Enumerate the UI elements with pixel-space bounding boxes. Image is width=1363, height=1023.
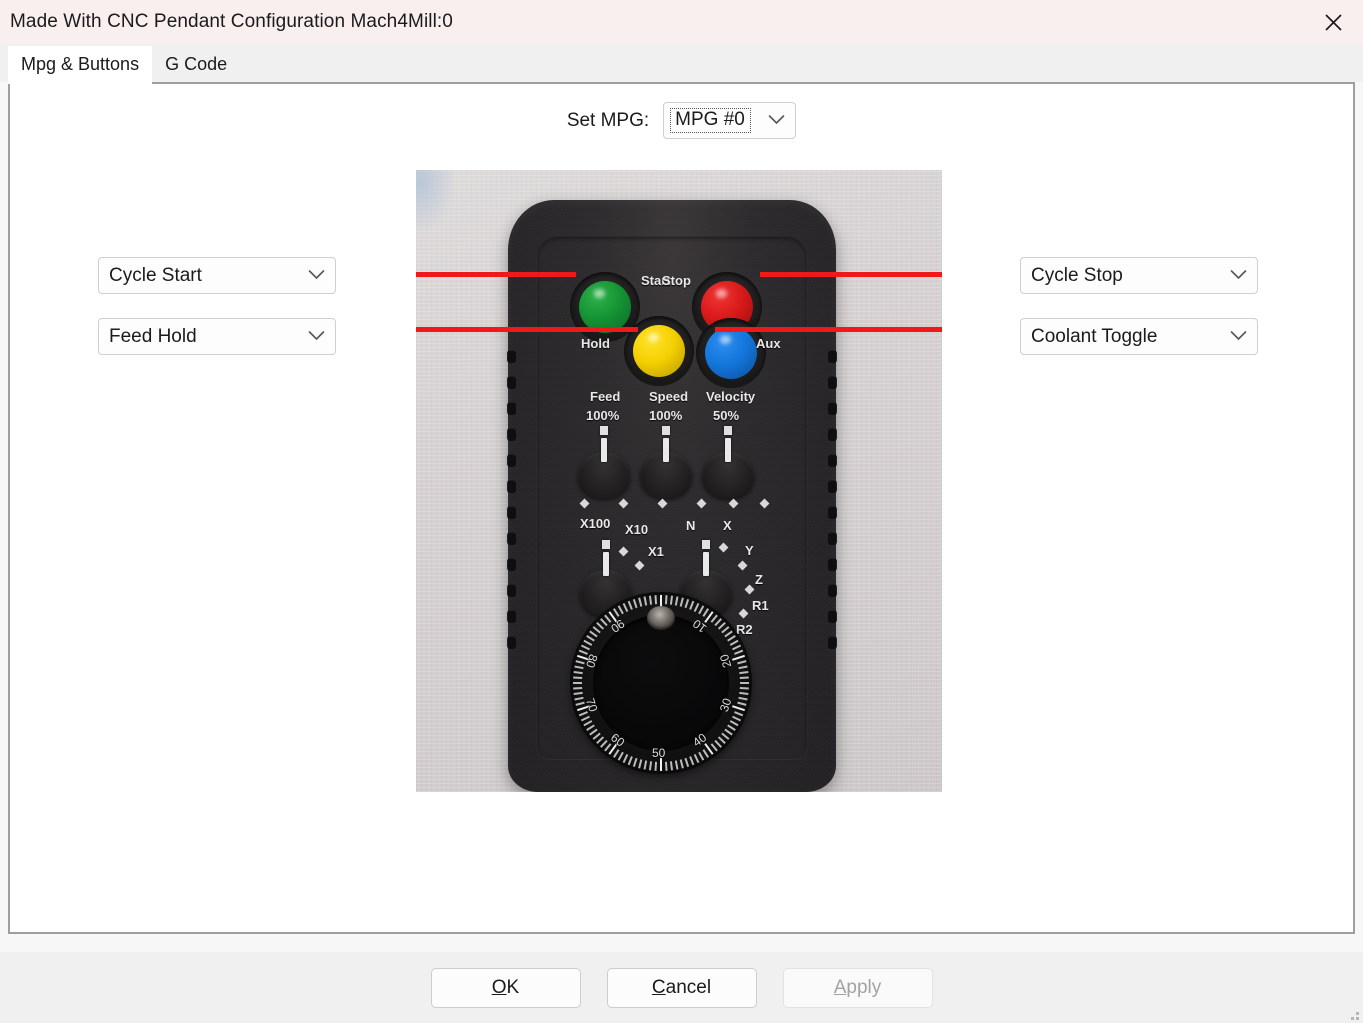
tab-g-code[interactable]: G Code [152, 46, 241, 82]
axis-label-y: Y [745, 543, 754, 558]
speed-knob-value: 100% [649, 408, 683, 423]
tab-g-code-label: G Code [165, 53, 228, 74]
handwheel-hub [593, 615, 729, 751]
hold-button[interactable] [633, 325, 685, 377]
axis-label-r1: R1 [752, 598, 769, 613]
assignment-value-feed-hold: Feed Hold [109, 325, 197, 347]
apply-button-mnemonic: A [833, 976, 847, 998]
chevron-down-icon [768, 112, 785, 130]
ok-button-label: K [506, 976, 520, 998]
pendant-body: Start Stop Hold Aux Feed 100% Speed 100%… [507, 200, 837, 792]
connector-line-cycle-stop [760, 272, 942, 277]
assignment-select-cycle-start[interactable]: Cycle Start [98, 257, 336, 294]
connector-line-feed-hold [416, 327, 638, 332]
pendant-configuration-window: Made With CNC Pendant Configuration Mach… [0, 0, 1363, 1023]
pendant-photo: Start Stop Hold Aux Feed 100% Speed 100%… [416, 170, 942, 792]
chevron-down-icon [308, 267, 325, 285]
set-mpg-value: MPG #0 [670, 107, 751, 134]
set-mpg-label: Set MPG: [566, 109, 650, 131]
assignment-value-coolant-toggle: Coolant Toggle [1031, 325, 1158, 347]
velocity-knob-value: 50% [713, 408, 740, 423]
assignment-select-cycle-stop[interactable]: Cycle Stop [1020, 257, 1258, 294]
feed-knob-value: 100% [586, 408, 620, 423]
connector-line-cycle-start [416, 272, 576, 277]
assignment-select-coolant-toggle[interactable]: Coolant Toggle [1020, 318, 1258, 355]
window-titlebar: Made With CNC Pendant Configuration Mach… [0, 0, 1363, 44]
panel-wrapper: Set MPG: MPG #0 Start Stop Hold Aux Feed… [0, 82, 1363, 952]
dialog-footer: OK Cancel Apply [0, 952, 1363, 1023]
cancel-button[interactable]: Cancel [606, 967, 757, 1008]
multiplier-label-x1: X1 [648, 544, 664, 559]
photo-background-highlight [416, 170, 454, 230]
chevron-down-icon [308, 328, 325, 346]
axis-label-z: Z [755, 572, 763, 587]
hold-button-label: Hold [581, 336, 610, 351]
aux-button-label: Aux [756, 336, 781, 351]
ok-button-mnemonic: O [491, 976, 507, 998]
assignment-select-feed-hold[interactable]: Feed Hold [98, 318, 336, 355]
window-title: Made With CNC Pendant Configuration Mach… [10, 11, 453, 32]
ok-button[interactable]: OK [430, 967, 581, 1008]
assignment-value-cycle-stop: Cycle Stop [1031, 264, 1123, 286]
connector-line-coolant-toggle [715, 327, 942, 332]
close-button[interactable] [1303, 0, 1363, 44]
speed-knob-label: Speed [649, 389, 689, 404]
close-icon [1324, 13, 1343, 32]
multiplier-label-x100: X100 [580, 516, 611, 531]
apply-button: Apply [782, 967, 933, 1008]
axis-label-n: N [686, 518, 696, 533]
handwheel-dimple [647, 606, 675, 630]
set-mpg-select[interactable]: MPG #0 [663, 102, 797, 139]
apply-button-label: pply [846, 976, 882, 998]
tab-mpg-and-buttons-label: Mpg & Buttons [21, 53, 140, 74]
mpg-handwheel[interactable]: 10 20 30 40 50 60 70 80 90 [570, 592, 752, 774]
resize-grip[interactable] [1345, 1006, 1359, 1020]
chevron-down-icon [1230, 267, 1247, 285]
cancel-button-label: ancel [665, 976, 712, 998]
multiplier-label-x10: X10 [625, 522, 649, 537]
velocity-knob-label: Velocity [706, 389, 756, 404]
axis-label-x: X [723, 518, 732, 533]
handwheel-number-50: 50 [652, 746, 666, 760]
aux-button[interactable] [705, 327, 757, 379]
tab-strip: Mpg & Buttons G Code [0, 44, 1363, 84]
start-button[interactable] [579, 281, 631, 333]
chevron-down-icon [1230, 328, 1247, 346]
tab-mpg-and-buttons[interactable]: Mpg & Buttons [8, 46, 153, 84]
assignment-value-cycle-start: Cycle Start [109, 264, 202, 286]
set-mpg-row: Set MPG: MPG #0 [10, 102, 1353, 139]
stop-button-label: Stop [662, 273, 691, 288]
mpg-buttons-panel: Set MPG: MPG #0 Start Stop Hold Aux Feed… [8, 82, 1355, 934]
cancel-button-mnemonic: C [651, 976, 666, 998]
feed-knob-label: Feed [590, 389, 621, 404]
